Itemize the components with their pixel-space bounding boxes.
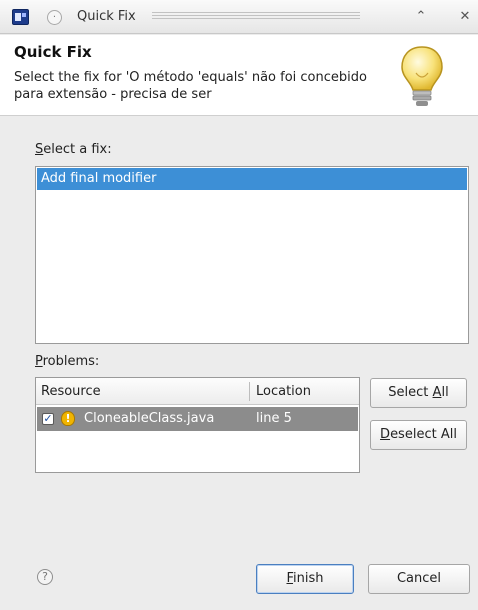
help-icon[interactable]: ?: [37, 569, 53, 585]
finish-button[interactable]: Finish: [256, 564, 354, 594]
title-drag-grip[interactable]: [152, 12, 360, 21]
fix-list[interactable]: Add final modifier: [35, 166, 469, 344]
header-title: Quick Fix: [14, 43, 92, 61]
window-menu-button[interactable]: ·: [47, 10, 62, 25]
column-header-resource[interactable]: Resource: [41, 378, 101, 405]
column-header-location[interactable]: Location: [256, 378, 311, 405]
close-icon[interactable]: ✕: [456, 8, 474, 26]
eclipse-app-icon: [12, 9, 29, 25]
minimize-icon[interactable]: ⌃: [412, 8, 430, 26]
quick-fix-dialog: · Quick Fix ⌃ ✕ Quick Fix Select the fix…: [0, 0, 478, 610]
fix-item-add-final-modifier[interactable]: Add final modifier: [37, 168, 467, 190]
row-location: line 5: [256, 411, 292, 426]
table-row[interactable]: ✓ ! CloneableClass.java line 5: [37, 407, 358, 431]
problems-label: Problems:: [35, 354, 100, 369]
cancel-button[interactable]: Cancel: [368, 564, 470, 594]
select-fix-label: Select a fix:: [35, 142, 112, 157]
problems-table[interactable]: Resource Location ✓ ! CloneableClass.jav…: [35, 377, 360, 473]
select-all-button[interactable]: Select All: [370, 378, 467, 408]
row-resource: CloneableClass.java: [84, 411, 215, 426]
column-separator[interactable]: [249, 382, 250, 401]
lightbulb-icon: [401, 46, 443, 106]
header-message: Select the fix for 'O método 'equals' nã…: [14, 70, 367, 102]
window-title: Quick Fix: [77, 9, 136, 24]
deselect-all-button[interactable]: Deselect All: [370, 420, 467, 450]
row-checkbox[interactable]: ✓: [42, 413, 54, 425]
title-bar[interactable]: · Quick Fix ⌃ ✕: [0, 0, 478, 34]
dialog-header: Quick Fix Select the fix for 'O método '…: [0, 35, 478, 116]
warning-icon: !: [61, 411, 75, 426]
table-header: Resource Location: [36, 378, 359, 405]
